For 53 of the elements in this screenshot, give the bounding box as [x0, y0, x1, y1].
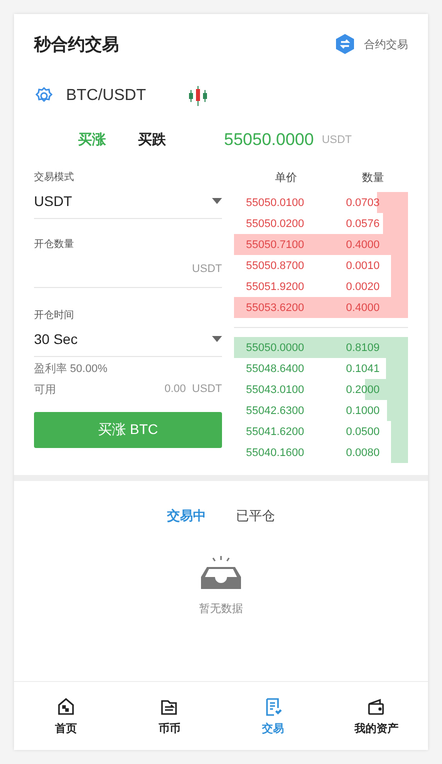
price-cell: 55050.7100	[246, 238, 304, 250]
caret-icon	[212, 198, 222, 204]
column-header: 数量	[361, 170, 385, 184]
empty-inbox-icon	[199, 555, 243, 591]
amount-cell: 0.0010	[346, 260, 380, 272]
amount-cell: 0.1041	[346, 362, 380, 374]
price-cell: 55053.6200	[246, 302, 304, 314]
amount-cell: 0.8109	[346, 342, 380, 354]
caret-icon	[212, 336, 222, 342]
time-select[interactable]: 30 Sec	[34, 322, 222, 357]
depth-bar	[390, 442, 408, 463]
mode-select[interactable]: USDT	[34, 184, 222, 219]
page-title: 秒合约交易	[34, 34, 119, 56]
amount-cell: 0.0576	[346, 218, 380, 230]
nav-tab[interactable]: 我的资产	[324, 682, 428, 750]
field-label: 交易模式	[34, 170, 75, 184]
price-cell: 55050.8700	[246, 260, 304, 272]
profit-rate: 盈利率 50.00%	[34, 362, 108, 376]
price-cell: 55050.0000	[246, 342, 304, 354]
amount-cell: 0.2000	[346, 384, 380, 396]
available-value: 0.00 USDT	[164, 383, 222, 395]
price-cell: 55040.1600	[246, 446, 304, 458]
wallet-icon	[366, 696, 386, 716]
price-cell: 55050.0100	[246, 196, 304, 208]
candlestick-icon[interactable]	[186, 84, 210, 108]
contract-trade-link[interactable]: 合约交易	[334, 33, 408, 55]
column-header: 单价	[274, 170, 298, 184]
available-label: 可用	[34, 382, 56, 396]
amount-cell: 0.0020	[346, 280, 380, 292]
pair-symbol: BTC/USDT	[66, 87, 146, 105]
price-unit: USDT	[322, 134, 352, 146]
price-cell: 55042.6300	[246, 404, 304, 416]
order-tab[interactable]: 已平仓	[236, 507, 275, 525]
home-icon	[56, 696, 76, 716]
price-cell: 55048.6400	[246, 362, 304, 374]
swap-icon	[334, 33, 356, 55]
field-label: 开仓数量	[34, 238, 75, 251]
amount-cell: 0.0500	[346, 426, 380, 438]
nav-tab[interactable]: 首页	[14, 682, 118, 750]
price-cell: 55043.0100	[246, 384, 304, 396]
empty-message: 暂无数据	[199, 602, 243, 616]
direction-tab[interactable]: 买跌	[122, 131, 182, 149]
nav-tab[interactable]: 币币	[118, 682, 221, 750]
amount-cell: 0.0703	[346, 196, 380, 208]
price-cell: 55050.0200	[246, 218, 304, 230]
field-label: 开仓时间	[34, 308, 75, 322]
amount-cell: 0.0080	[346, 446, 380, 458]
price-cell: 55041.6200	[246, 426, 304, 438]
amount-cell: 0.4000	[346, 238, 380, 250]
last-price: 55050.0000	[224, 130, 314, 150]
price-cell: 55051.9200	[246, 280, 304, 292]
amount-cell: 0.4000	[346, 302, 380, 314]
amount-cell: 0.1000	[346, 404, 380, 416]
